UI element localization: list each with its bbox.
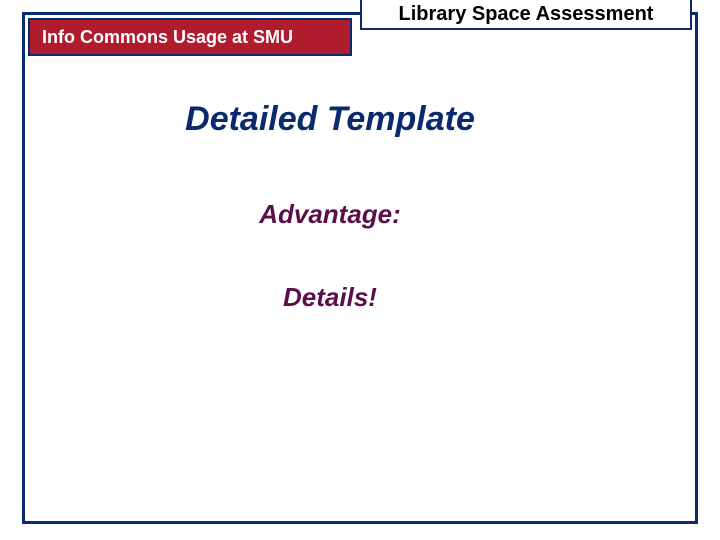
title-bar-text: Library Space Assessment [399,3,654,26]
content-area: Detailed Template Advantage: Details! [22,80,698,524]
main-heading: Detailed Template [2,100,658,139]
sub-heading-details: Details! [2,282,658,313]
sub-heading-advantage: Advantage: [2,199,658,230]
title-bar: Library Space Assessment [360,0,692,30]
header-band-text: Info Commons Usage at SMU [42,27,293,48]
slide: Library Space Assessment Info Commons Us… [0,0,720,540]
header-band: Info Commons Usage at SMU [28,18,352,56]
